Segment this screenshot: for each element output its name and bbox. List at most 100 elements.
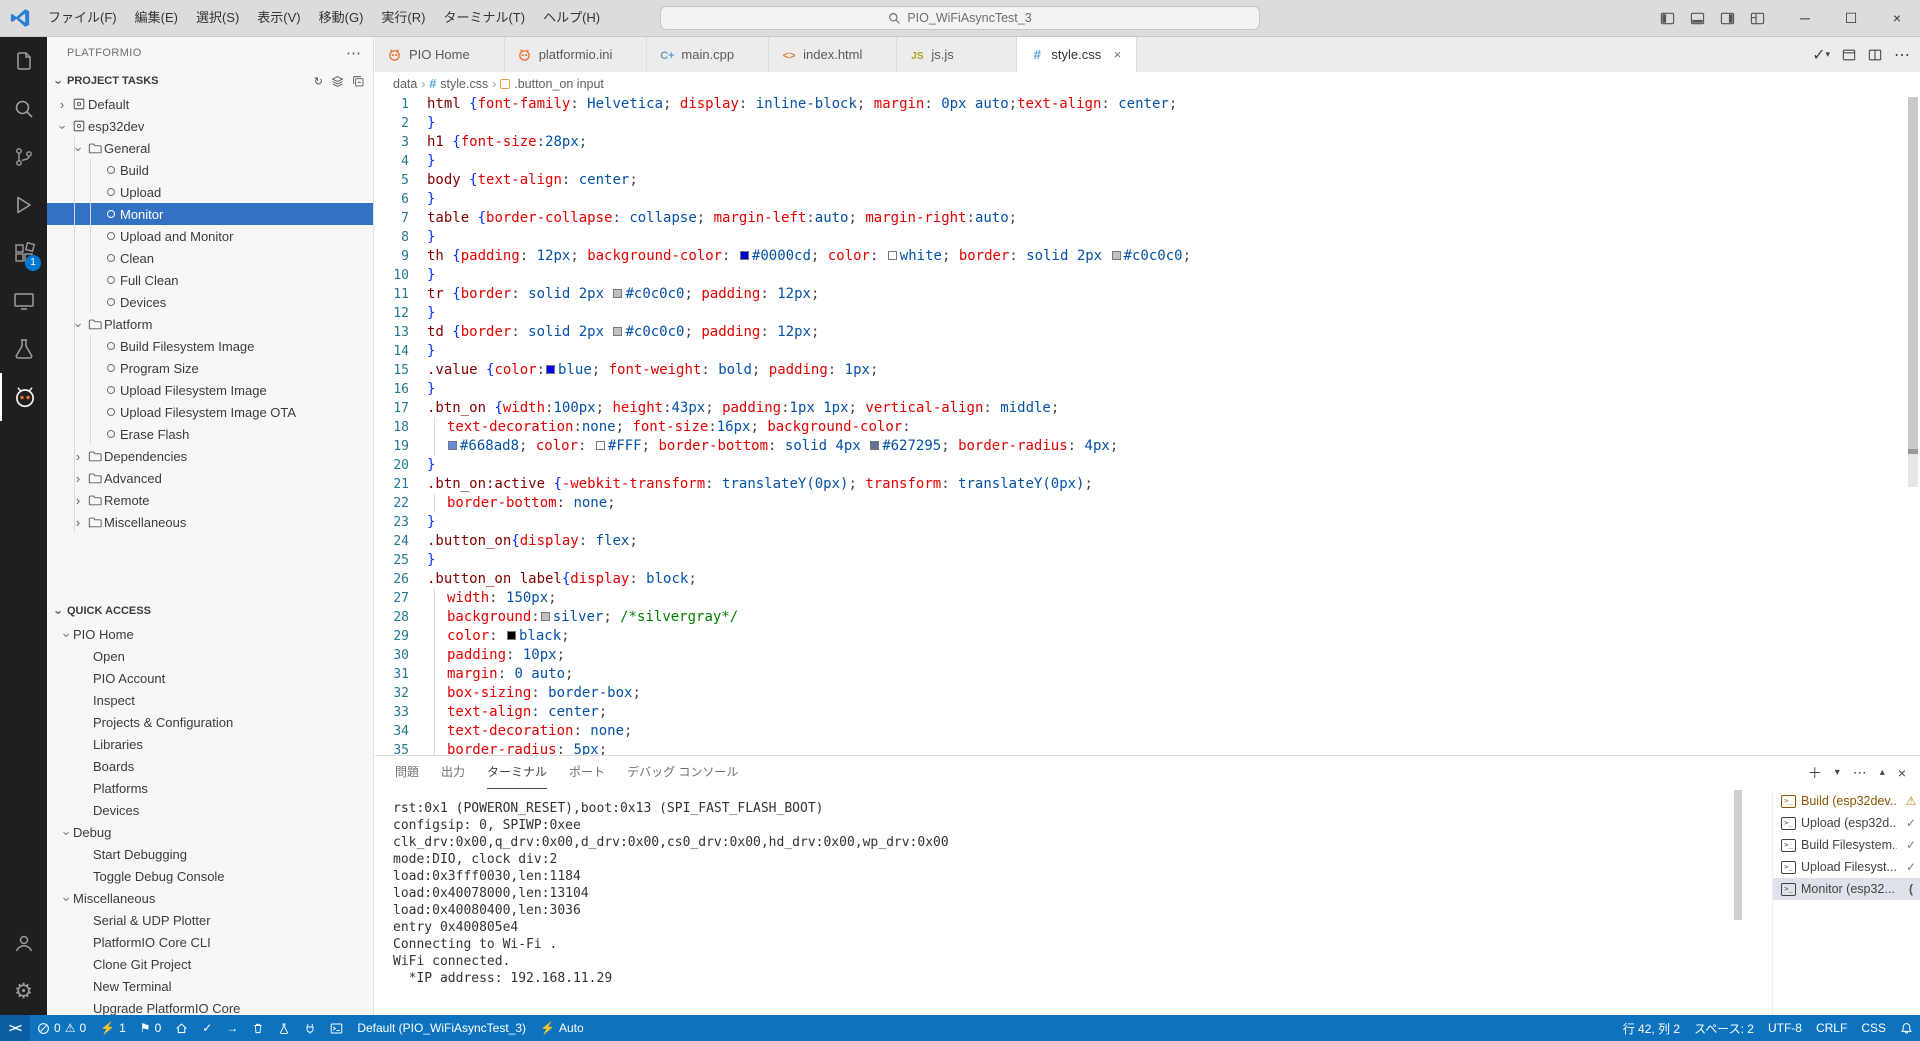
quick-access-item-platformio-core-cli[interactable]: PlatformIO Core CLI [47, 931, 373, 953]
indentation-setting[interactable]: スペース: 2 [1687, 1015, 1761, 1041]
task-item-advanced[interactable]: › Advanced [47, 467, 373, 489]
menu-item[interactable]: 実行(R) [372, 5, 434, 31]
task-item-upload[interactable]: Upload [47, 181, 373, 203]
terminal-scrollbar[interactable] [1734, 790, 1742, 1020]
run-task-icon[interactable]: ✓ ▾ [1812, 45, 1830, 65]
quick-access-item-inspect[interactable]: Inspect [47, 689, 373, 711]
tab-js-js[interactable]: JSjs.js× [897, 37, 1018, 72]
menu-item[interactable]: ファイル(F) [39, 5, 126, 31]
terminal-instance[interactable]: >_ Monitor (esp32... ( [1773, 878, 1920, 900]
new-terminal-icon[interactable]: ＋ [1808, 763, 1822, 783]
task-item-upload-filesystem-image-ota[interactable]: Upload Filesystem Image OTA [47, 401, 373, 423]
task-item-build[interactable]: Build [47, 159, 373, 181]
panel-tab-item[interactable]: 出力 [441, 756, 465, 789]
settings-icon[interactable]: ⚙ [0, 967, 47, 1015]
tab-index-html[interactable]: <>index.html× [769, 37, 898, 72]
quick-access-item-new-terminal[interactable]: New Terminal [47, 975, 373, 997]
panel-tab-item[interactable]: ポート [569, 756, 605, 789]
quick-access-item-miscellaneous[interactable]: › Miscellaneous [47, 887, 373, 909]
customize-layout-icon[interactable] [1744, 6, 1770, 30]
task-item-general[interactable]: › General [47, 137, 373, 159]
task-item-monitor[interactable]: Monitor [47, 203, 373, 225]
quick-access-item-debug[interactable]: › Debug [47, 821, 373, 843]
breadcrumb-item[interactable]: style.css [440, 77, 488, 91]
search-input[interactable]: PIO_WiFiAsyncTest_3 [660, 6, 1260, 30]
quick-access-item-projects-configuration[interactable]: Projects & Configuration [47, 711, 373, 733]
task-item-remote[interactable]: › Remote [47, 489, 373, 511]
pio-env-selector[interactable]: Default (PIO_WiFiAsyncTest_3) [350, 1015, 533, 1041]
menu-item[interactable]: 編集(E) [126, 5, 187, 31]
project-tasks-header[interactable]: › PROJECT TASKS ↻ [47, 69, 373, 93]
panel-tab-terminal-active[interactable]: ターミナル [487, 756, 548, 789]
pio-home-button[interactable] [168, 1015, 195, 1041]
task-item-dependencies[interactable]: › Dependencies [47, 445, 373, 467]
close-tab-icon[interactable]: × [1108, 47, 1126, 62]
pio-serial-monitor-button[interactable] [297, 1015, 323, 1041]
task-item-esp32dev[interactable]: › esp32dev [47, 115, 373, 137]
pio-terminal-button[interactable] [323, 1015, 350, 1041]
menu-item[interactable]: 表示(V) [248, 5, 309, 31]
quick-access-item-devices[interactable]: Devices [47, 799, 373, 821]
pio-clean-button[interactable] [245, 1015, 271, 1041]
close-panel-icon[interactable]: × [1898, 765, 1906, 781]
group-tasks-icon[interactable] [331, 75, 344, 88]
terminal-instance[interactable]: >_ Upload Filesyst... ✓ [1773, 856, 1920, 878]
quick-access-item-pio-home[interactable]: › PIO Home [47, 623, 373, 645]
code-editor[interactable]: 1 html {font-family: Helvetica; display: … [375, 95, 1906, 755]
menu-item[interactable]: 移動(G) [310, 5, 373, 31]
sidebar-more-actions-icon[interactable]: ⋯ [346, 44, 361, 62]
terminal-instance[interactable]: >_ Build Filesystem... ✓ [1773, 834, 1920, 856]
task-item-upload-filesystem-image[interactable]: Upload Filesystem Image [47, 379, 373, 401]
open-preview-icon[interactable] [1842, 48, 1856, 62]
problems-indicator[interactable]: 0 ⚠ 0 [30, 1015, 93, 1041]
task-item-erase-flash[interactable]: Erase Flash [47, 423, 373, 445]
remote-indicator[interactable]: >< [0, 1015, 31, 1041]
flag-indicator[interactable]: ⚑ 0 [133, 1015, 168, 1041]
tab-style-css[interactable]: # style.css × [1017, 37, 1138, 72]
port-indicator[interactable]: ⚡ 1 [93, 1015, 133, 1041]
quick-access-item-open[interactable]: Open [47, 645, 373, 667]
pio-serial-port-selector[interactable]: ⚡ Auto [533, 1015, 591, 1041]
search-icon[interactable] [0, 85, 47, 133]
cursor-position[interactable]: 行 42, 列 2 [1616, 1015, 1687, 1041]
quick-access-item-boards[interactable]: Boards [47, 755, 373, 777]
maximize-button[interactable]: ☐ [1828, 0, 1874, 36]
eol-setting[interactable]: CRLF [1809, 1015, 1854, 1041]
terminal-output[interactable]: rst:0x1 (POWERON_RESET),boot:0x13 (SPI_F… [393, 800, 1733, 1015]
testing-icon[interactable] [0, 325, 47, 373]
explorer-icon[interactable] [0, 37, 47, 85]
editor-scrollbar[interactable] [1908, 97, 1918, 487]
panel-tab-item[interactable]: 問題 [395, 756, 419, 789]
task-item-build-filesystem-image[interactable]: Build Filesystem Image [47, 335, 373, 357]
quick-access-item-serial-udp-plotter[interactable]: Serial & UDP Plotter [47, 909, 373, 931]
extensions-icon[interactable]: 1 [0, 229, 47, 277]
breadcrumb-item[interactable]: data [393, 77, 417, 91]
toggle-panel-icon[interactable] [1684, 6, 1710, 30]
quick-access-item-platforms[interactable]: Platforms [47, 777, 373, 799]
task-item-full-clean[interactable]: Full Clean [47, 269, 373, 291]
pio-upload-button[interactable]: → [219, 1015, 245, 1041]
account-icon[interactable] [0, 919, 47, 967]
breadcrumb-item[interactable]: .button_on input [514, 77, 604, 91]
quick-access-item-clone-git-project[interactable]: Clone Git Project [47, 953, 373, 975]
menu-item[interactable]: ヘルプ(H) [534, 5, 609, 31]
terminal-instance[interactable]: >_ Upload (esp32d... ✓ [1773, 812, 1920, 834]
terminal-profile-dropdown-icon[interactable]: ▾ [1835, 767, 1840, 778]
more-actions-icon[interactable]: ⋯ [1894, 45, 1910, 65]
maximize-panel-icon[interactable]: ▴ [1880, 767, 1885, 778]
task-item-platform[interactable]: › Platform [47, 313, 373, 335]
panel-tab-item[interactable]: デバッグ コンソール [627, 756, 738, 789]
toggle-secondary-sidebar-icon[interactable] [1714, 6, 1740, 30]
task-item-devices[interactable]: Devices [47, 291, 373, 313]
tab-platformio-ini[interactable]: platformio.ini× [504, 37, 648, 72]
task-item-miscellaneous[interactable]: › Miscellaneous [47, 511, 373, 533]
pio-test-button[interactable] [271, 1015, 297, 1041]
quick-access-item-libraries[interactable]: Libraries [47, 733, 373, 755]
minimize-button[interactable]: ─ [1782, 0, 1828, 36]
task-item-clean[interactable]: Clean [47, 247, 373, 269]
quick-access-item-toggle-debug-console[interactable]: Toggle Debug Console [47, 865, 373, 887]
remote-explorer-icon[interactable] [0, 277, 47, 325]
language-mode[interactable]: CSS [1854, 1015, 1893, 1041]
task-item-default[interactable]: › Default [47, 93, 373, 115]
task-item-program-size[interactable]: Program Size [47, 357, 373, 379]
